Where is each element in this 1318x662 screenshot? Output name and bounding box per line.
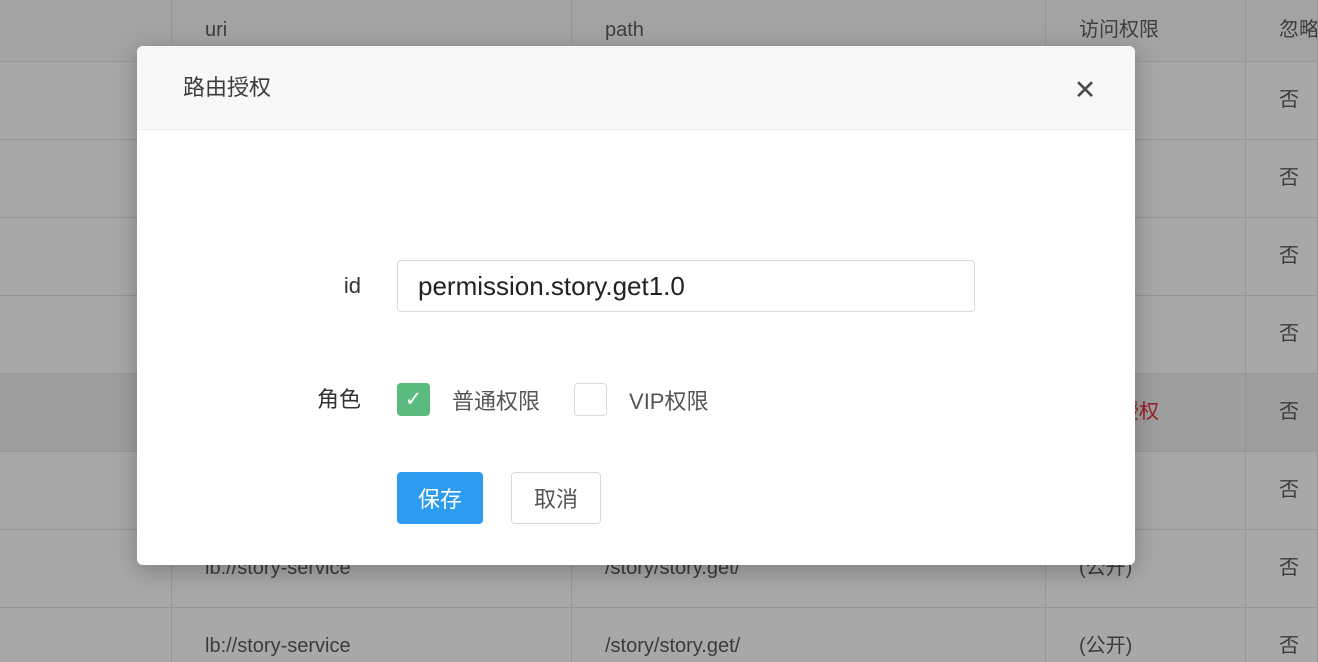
check-icon: ✓ <box>405 389 423 410</box>
form-row-id: id <box>137 260 1135 312</box>
dialog-actions: 保存 取消 <box>397 472 601 524</box>
id-input[interactable] <box>397 260 975 312</box>
checkbox-normal-permission-label[interactable]: 普通权限 <box>452 384 540 416</box>
checkbox-vip-permission-label[interactable]: VIP权限 <box>629 384 708 416</box>
dialog-header: 路由授权 ✕ <box>137 46 1135 130</box>
save-button[interactable]: 保存 <box>397 472 483 524</box>
dialog-body: id 角色 ✓ 普通权限 VIP权限 保存 取消 <box>137 130 1135 564</box>
route-authorization-dialog: 路由授权 ✕ id 角色 ✓ 普通权限 VIP权限 保存 取消 <box>137 46 1135 565</box>
role-label: 角色 <box>137 383 361 416</box>
id-label: id <box>137 260 361 312</box>
dialog-title: 路由授权 <box>183 46 271 130</box>
role-options: ✓ 普通权限 VIP权限 <box>397 383 742 416</box>
cancel-button[interactable]: 取消 <box>511 472 601 524</box>
checkbox-vip-permission[interactable] <box>574 383 607 416</box>
checkbox-normal-permission[interactable]: ✓ <box>397 383 430 416</box>
form-row-role: 角色 ✓ 普通权限 VIP权限 <box>137 383 1135 416</box>
close-icon[interactable]: ✕ <box>1063 68 1107 112</box>
